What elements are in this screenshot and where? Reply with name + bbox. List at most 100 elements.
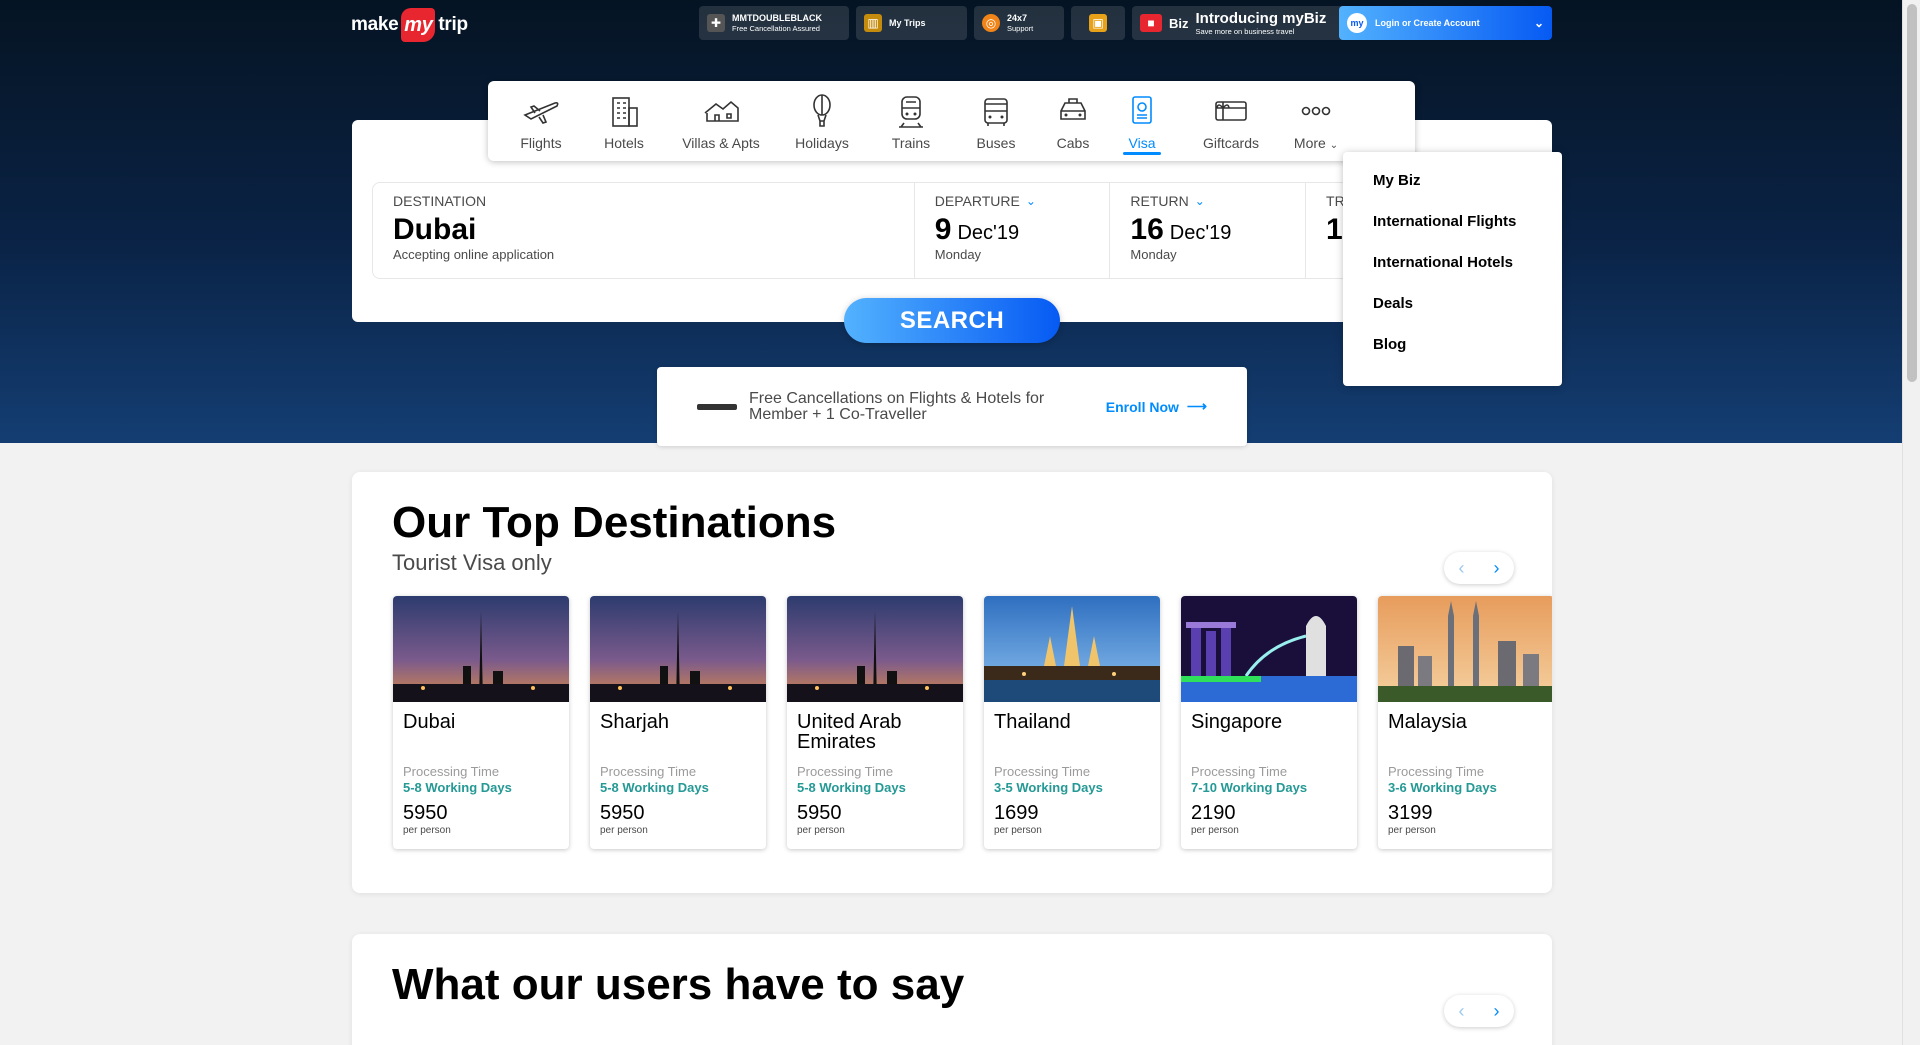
tab-label: More ⌄ [1294,135,1338,151]
logo-make: make [351,14,399,35]
bus-icon [984,98,1008,126]
section-subtitle: Tourist Visa only [392,550,552,575]
my-trips-label: My Trips [889,17,926,28]
price: 3199 [1388,802,1433,824]
wallet-icon: ▣ [1089,14,1107,32]
carousel-nav: ‹ › [1444,995,1514,1027]
tab-cabs[interactable]: Cabs [1051,93,1095,155]
top-nav: ✚ MMTDOUBLEBLACK Free Cancellation Assur… [699,6,1346,40]
trips-icon: ▥ [864,14,882,32]
page-scrollbar[interactable] [1902,0,1920,1045]
destination-card[interactable]: Malaysia Processing Time 3-6 Working Day… [1378,596,1552,849]
destination-card[interactable]: United Arab Emirates Processing Time 5-8… [787,596,963,849]
lifebuoy-icon: ◎ [982,14,1000,32]
price: 2190 [1191,802,1236,824]
wallet-button[interactable]: ▣ [1071,6,1125,40]
per-person: per person [403,825,451,836]
processing-days: 5-8 Working Days [403,780,512,795]
return-field[interactable]: RETURN ⌄ 16 Dec'19 Monday [1110,183,1307,278]
enroll-banner: Free Cancellations on Flights & Hotels f… [657,367,1247,446]
processing-days: 7-10 Working Days [1191,780,1308,795]
destination-card[interactable]: Thailand Processing Time 3-5 Working Day… [984,596,1160,849]
chevron-left-icon[interactable]: ‹ [1459,558,1465,579]
tab-buses[interactable]: Buses [970,93,1022,155]
tab-hotels[interactable]: Hotels [594,93,654,155]
departure-month: Dec'19 [957,222,1020,244]
destination-card[interactable]: Singapore Processing Time 7-10 Working D… [1181,596,1357,849]
chevron-right-icon[interactable]: › [1494,558,1500,579]
dropdown-item-deals[interactable]: Deals [1373,295,1562,336]
tab-trains[interactable]: Trains [885,93,937,155]
processing-label: Processing Time [403,764,500,779]
login-button[interactable]: my Login or Create Account ⌄ [1339,6,1552,40]
section-title: What our users have to say [392,960,965,1009]
price: 1699 [994,802,1039,824]
tab-giftcards[interactable]: Giftcards [1196,93,1266,155]
processing-label: Processing Time [1191,764,1288,779]
biz-badge: Biz [1169,15,1189,31]
tab-label: Cabs [1056,135,1090,151]
mybiz-title: Introducing myBiz [1195,9,1327,27]
my-trips-button[interactable]: ▥ My Trips [856,6,967,40]
villa-icon [704,100,739,122]
destination-card[interactable]: Dubai Processing Time 5-8 Working Days 5… [393,596,569,849]
destination-sub: Accepting online application [393,247,555,262]
travellers-value: 1 [1326,213,1343,246]
tab-label: Holidays [795,135,849,151]
enroll-link[interactable]: Enroll Now ⟶ [1106,398,1207,415]
login-label: Login or Create Account [1375,18,1480,28]
per-person: per person [1388,825,1436,836]
mybiz-button[interactable]: ■ Biz Introducing myBiz Save more on bus… [1132,6,1346,40]
processing-days: 3-5 Working Days [994,780,1103,795]
destination-name: Thailand [994,711,1071,733]
destination-field[interactable]: DESTINATION Dubai Accepting online appli… [373,183,915,278]
processing-label: Processing Time [1388,764,1485,779]
search-button[interactable]: SEARCH [844,298,1060,343]
hotel-icon [612,97,638,127]
destination-value: Dubai [393,213,477,246]
dropdown-item-blog[interactable]: Blog [1373,336,1562,377]
destination-name: Sharjah [600,711,669,733]
processing-label: Processing Time [797,764,894,779]
chevron-down-icon: ⌄ [1329,140,1339,151]
departure-label: DEPARTURE [934,193,1020,209]
destination-image [787,596,963,702]
dropdown-item-mybiz[interactable]: My Biz [1373,172,1562,213]
scrollbar-thumb[interactable] [1907,4,1917,382]
destination-card[interactable]: Sharjah Processing Time 5-8 Working Days… [590,596,766,849]
departure-field[interactable]: DEPARTURE ⌄ 9 Dec'19 Monday [915,183,1111,278]
dropdown-item-intl-flights[interactable]: International Flights [1373,213,1562,254]
train-icon [899,96,923,128]
destination-name: Singapore [1191,711,1283,733]
visa-icon [1132,96,1152,124]
reviews-section: What our users have to say ‹ › [352,934,1552,1045]
section-title: Our Top Destinations [392,498,837,547]
per-person: per person [600,825,648,836]
tab-more[interactable]: More ⌄ [1291,93,1341,155]
destination-name: Malaysia [1388,711,1467,733]
dropdown-item-intl-hotels[interactable]: International Hotels [1373,254,1562,295]
enroll-link-label: Enroll Now [1105,398,1179,415]
double-black-icon: ✚ [707,14,725,32]
tab-flights[interactable]: Flights [506,93,576,155]
chevron-right-icon[interactable]: › [1494,1001,1500,1022]
chevron-left-icon[interactable]: ‹ [1459,1001,1465,1022]
makemytrip-logo[interactable]: make my trip [351,8,468,42]
more-dropdown: My Biz International Flights Internation… [1343,152,1562,386]
arrow-right-icon: ⟶ [1186,398,1207,414]
support-button[interactable]: ◎ 24x7 Support [974,6,1064,40]
search-fields: DESTINATION Dubai Accepting online appli… [372,182,1372,279]
tab-visa[interactable]: Visa [1123,93,1161,155]
more-label: More [1293,135,1326,151]
double-black-button[interactable]: ✚ MMTDOUBLEBLACK Free Cancellation Assur… [699,6,849,40]
tab-label: Hotels [604,135,644,151]
chevron-down-icon: ⌄ [1533,16,1544,30]
briefcase-icon: ■ [1140,14,1162,32]
per-person: per person [797,825,845,836]
tab-label: Giftcards [1202,135,1259,151]
tab-holidays[interactable]: Holidays [794,93,850,155]
tab-villas[interactable]: Villas & Apts [682,93,760,155]
more-icon [1301,106,1331,116]
destination-image [984,596,1160,702]
double-black-title: MMTDOUBLEBLACK [732,13,822,23]
